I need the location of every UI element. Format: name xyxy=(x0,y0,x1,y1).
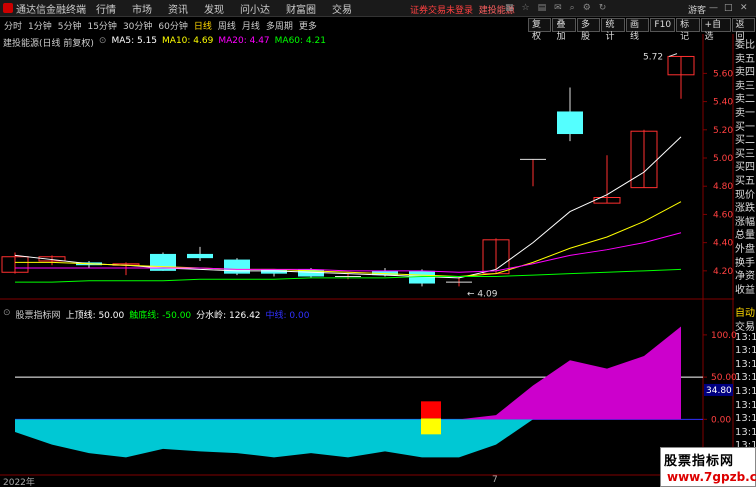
right-panel-item[interactable]: 13:10 xyxy=(735,386,756,397)
candle-body-down xyxy=(224,259,250,274)
ma10-line xyxy=(15,201,682,277)
right-quote-panel: 委比 卖五 卖四 卖三 卖二 卖一 买一 买二 买三 买四 买五 现价 涨跌 涨幅 总量 外盘 换手 净资 收益 自动… xyxy=(734,34,756,487)
candle-body-down xyxy=(557,111,583,135)
price-axis-label: 4.80 xyxy=(713,182,733,192)
price-axis-label: 4.60 xyxy=(713,210,733,220)
sub-axis-label: 0.00 xyxy=(711,415,731,425)
watermark: 股票指标网 www.7gpzb.com xyxy=(660,447,756,487)
candle-body-down xyxy=(187,253,213,259)
price-axis-label: 5.00 xyxy=(713,154,733,164)
right-panel-item[interactable]: 13:10 xyxy=(735,345,756,356)
high-price-label: 5.72 xyxy=(643,52,663,62)
price-axis-label: 5.40 xyxy=(713,98,733,108)
sub-marker-label: 34.80 xyxy=(706,386,732,396)
right-panel-item[interactable]: 13:10 xyxy=(735,332,756,343)
price-axis-label: 5.20 xyxy=(713,126,733,136)
right-panel-item[interactable]: 13:10 xyxy=(735,359,756,370)
ma5-line xyxy=(14,136,682,279)
low-price-label: ← 4.09 xyxy=(467,289,498,299)
price-axis-label: 4.20 xyxy=(713,267,733,277)
right-panel-item[interactable]: 13:10 xyxy=(735,372,756,383)
price-axis-label: 4.40 xyxy=(713,239,733,249)
signal-yellow-bar xyxy=(421,418,441,435)
cyan-area xyxy=(15,419,681,458)
kline-chart[interactable]: 100.050.000.0034.80 5.605.405.205.004.80… xyxy=(0,0,756,487)
bottom-date: 2022年 xyxy=(3,478,35,487)
price-axis-label: 5.60 xyxy=(713,69,733,79)
right-panel-item[interactable]: 13:10 xyxy=(735,400,756,411)
right-panel-item[interactable]: 13:10 xyxy=(735,413,756,424)
watermark-line2: www.7gpzb.com xyxy=(667,470,756,484)
magenta-area xyxy=(459,326,681,420)
ma20-line xyxy=(15,232,682,273)
right-panel-item[interactable]: 13:10 xyxy=(735,427,756,438)
watermark-line1: 股票指标网 xyxy=(664,454,735,469)
right-panel-item[interactable]: 收益 xyxy=(735,281,756,296)
signal-red-bar xyxy=(421,401,441,419)
bottom-month-mark: 7 xyxy=(492,475,498,485)
